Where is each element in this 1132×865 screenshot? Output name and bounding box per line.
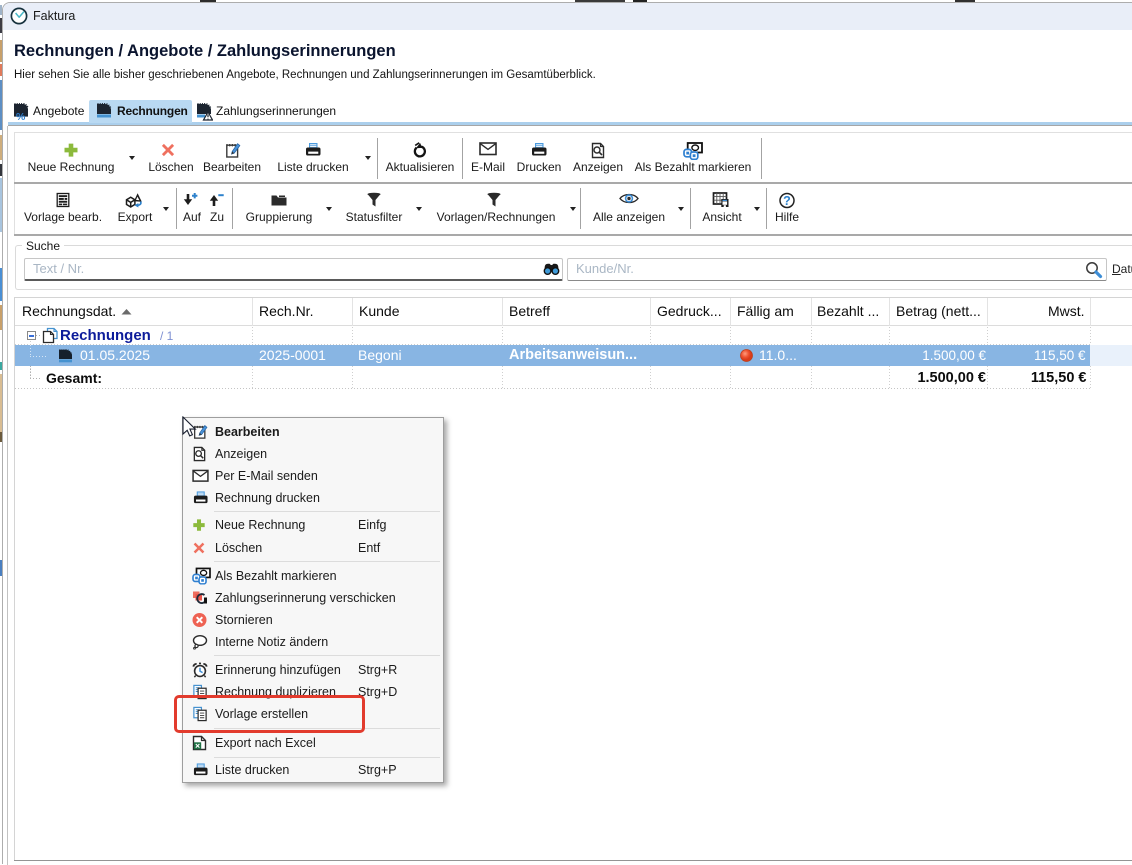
svg-text:%: % xyxy=(16,111,26,121)
svg-text:?: ? xyxy=(783,194,791,208)
